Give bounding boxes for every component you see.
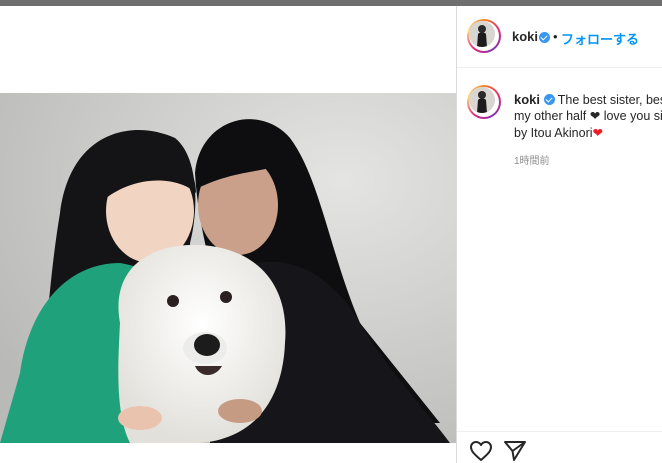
caption-line-3: by Itou Akinori❤: [514, 125, 662, 142]
post-photo-image: [0, 93, 456, 443]
like-button-svg: [470, 441, 492, 461]
header-username[interactable]: koki: [512, 29, 538, 44]
post-timestamp[interactable]: 1時間前: [514, 152, 550, 167]
caption-comment: koki The best sister, best my other half…: [457, 69, 662, 179]
black-heart-emoji-icon: ❤: [589, 109, 601, 123]
post-caption: koki The best sister, best my other half…: [514, 91, 662, 142]
heart-outline-icon[interactable]: [469, 440, 495, 463]
post-media-area: [0, 6, 456, 463]
avatar[interactable]: [467, 19, 501, 53]
verified-badge-icon: [539, 32, 550, 43]
caption-line-1: koki The best sister, best: [514, 91, 662, 108]
red-heart-emoji-icon: ❤: [592, 126, 603, 140]
comment-avatar-image: [469, 87, 495, 113]
caption-text-3: love you sis: [603, 109, 662, 123]
caption-text-2: my other half: [514, 109, 587, 123]
caption-line-2: my other half ❤ love you sis: [514, 108, 662, 125]
avatar-photo: [469, 21, 495, 47]
caption-text-1: The best sister, best: [557, 93, 662, 107]
comment-avatar-photo: [469, 87, 495, 113]
post-header: koki • フォローする: [457, 6, 662, 68]
share-button-svg: [504, 441, 526, 461]
caption-text-4: by Itou Akinori: [514, 126, 593, 140]
post-photo[interactable]: [0, 93, 456, 443]
paper-plane-icon[interactable]: [503, 440, 529, 463]
post-side-panel: koki • フォローする koki The best sister, best…: [457, 6, 662, 463]
follow-button[interactable]: フォローする: [561, 29, 639, 48]
post-actions-bar: [457, 431, 662, 463]
caption-username[interactable]: koki: [514, 92, 540, 107]
header-separator: •: [553, 29, 558, 44]
comment-avatar[interactable]: [467, 85, 501, 119]
verified-badge-icon: [543, 94, 555, 105]
avatar-image: [469, 21, 495, 47]
